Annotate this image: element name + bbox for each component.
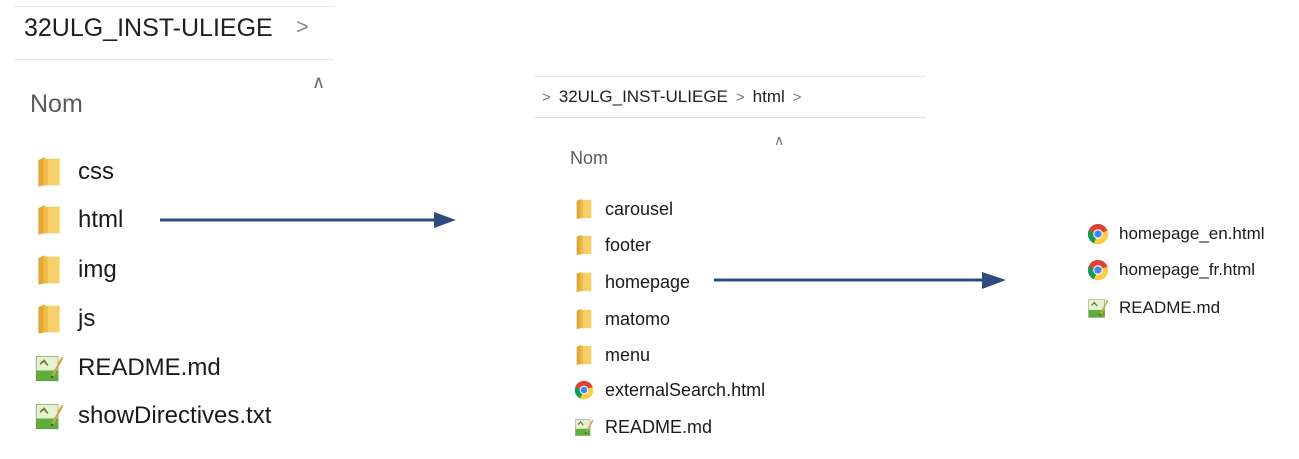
list-item-showdirectives[interactable]: showDirectives.txt — [34, 396, 271, 436]
item-label: css — [78, 158, 114, 185]
breadcrumb-chevron-icon[interactable]: > — [793, 89, 802, 106]
breadcrumb-root[interactable]: 32ULG_INST-ULIEGE — [559, 87, 728, 107]
list-item-js[interactable]: js — [34, 299, 95, 339]
column-header-name[interactable]: Nom — [570, 148, 608, 169]
folder-icon — [574, 271, 594, 293]
breadcrumb-chevron-icon[interactable]: > — [736, 89, 745, 106]
list-item-readme[interactable]: README.md — [574, 412, 712, 442]
arrow-1 — [160, 212, 456, 228]
item-label: js — [78, 305, 96, 332]
item-label: README.md — [1119, 298, 1221, 317]
list-item-externalsearch[interactable]: externalSearch.html — [574, 375, 765, 405]
text-file-icon — [574, 416, 594, 438]
folder-icon — [574, 198, 594, 220]
breadcrumb-chevron-icon[interactable]: > — [296, 14, 309, 40]
item-label: homepage_fr.html — [1119, 260, 1256, 279]
list-item-html[interactable]: html — [34, 200, 123, 240]
list-item-readme[interactable]: README.md — [1087, 294, 1220, 322]
item-label: matomo — [605, 308, 671, 329]
item-label: img — [78, 256, 117, 283]
text-file-icon — [1087, 297, 1109, 319]
item-label: html — [78, 206, 124, 233]
list-item-homepage-en[interactable]: homepage_en.html — [1087, 220, 1265, 248]
column-header-name[interactable]: Nom — [30, 90, 83, 119]
breadcrumb: > 32ULG_INST-ULIEGE > html > — [542, 87, 802, 107]
item-label: README.md — [605, 416, 713, 437]
folder-icon — [34, 254, 64, 286]
text-file-icon — [34, 400, 64, 432]
explorer-window-homepage: homepage_en.html homepage_fr.html README… — [1085, 216, 1299, 326]
folder-icon — [34, 156, 64, 188]
list-item-homepage[interactable]: homepage — [574, 267, 690, 297]
arrow-2 — [714, 272, 1006, 289]
folder-icon — [34, 204, 64, 236]
item-label: showDirectives.txt — [78, 402, 272, 429]
item-label: footer — [605, 234, 652, 255]
item-label: homepage — [605, 271, 691, 292]
text-file-icon — [34, 352, 64, 384]
item-label: menu — [605, 344, 651, 365]
folder-icon — [34, 303, 64, 335]
list-item-carousel[interactable]: carousel — [574, 194, 673, 224]
item-label: externalSearch.html — [605, 379, 766, 400]
chrome-icon — [574, 379, 594, 401]
list-item-footer[interactable]: footer — [574, 230, 651, 260]
list-item-matomo[interactable]: matomo — [574, 304, 670, 334]
sort-ascending-icon: ∧ — [774, 132, 785, 148]
chrome-icon — [1087, 259, 1109, 281]
explorer-window-html: > 32ULG_INST-ULIEGE > html > ∧ Nom carou… — [530, 70, 930, 459]
list-item-menu[interactable]: menu — [574, 340, 650, 370]
item-label: carousel — [605, 198, 674, 219]
breadcrumb-chevron-icon[interactable]: > — [542, 89, 551, 106]
list-item-homepage-fr[interactable]: homepage_fr.html — [1087, 256, 1255, 284]
breadcrumb-root[interactable]: 32ULG_INST-ULIEGE — [24, 14, 273, 43]
list-item-css[interactable]: css — [34, 152, 114, 192]
folder-icon — [574, 344, 594, 366]
breadcrumb-html[interactable]: html — [753, 87, 785, 107]
chrome-icon — [1087, 223, 1109, 245]
sort-ascending-icon: ∧ — [312, 72, 326, 92]
folder-icon — [574, 308, 594, 330]
item-label: homepage_en.html — [1119, 224, 1265, 243]
item-label: README.md — [78, 354, 221, 381]
list-item-readme[interactable]: README.md — [34, 348, 221, 388]
folder-icon — [574, 234, 594, 256]
list-item-img[interactable]: img — [34, 250, 117, 290]
